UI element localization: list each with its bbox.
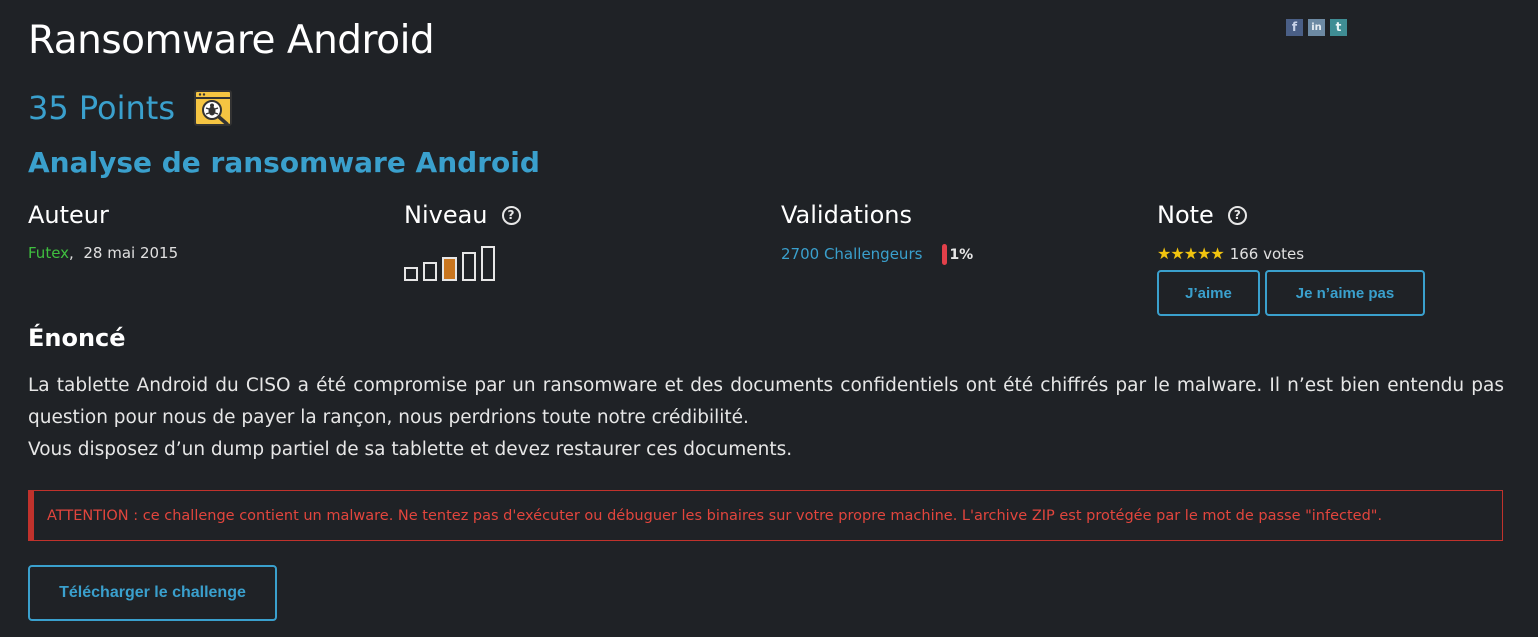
difficulty-bar-3 (442, 257, 457, 281)
level-heading-label: Niveau (404, 201, 488, 229)
points-value: 35 Points (28, 89, 176, 127)
rating-stars-icon: ★★★★★ (1157, 244, 1225, 263)
challenge-subtitle: Analyse de ransomware Android (28, 146, 540, 179)
author-link[interactable]: Futex (28, 244, 69, 262)
facebook-icon[interactable]: f (1286, 19, 1303, 36)
level-help-icon[interactable]: ? (501, 205, 521, 225)
validation-rate-bar (942, 244, 948, 265)
like-button[interactable]: J’aime (1157, 270, 1260, 316)
statement-paragraph-2: Vous disposez d’un dump partiel de sa ta… (28, 439, 793, 460)
malware-warning: ATTENTION : ce challenge contient un mal… (28, 490, 1503, 541)
difficulty-bar-1 (404, 267, 418, 281)
validation-percent: 1% (949, 247, 974, 263)
author-heading-label: Auteur (28, 201, 109, 229)
votes-count: 166 votes (1229, 245, 1305, 263)
page-title: Ransomware Android (28, 18, 435, 63)
difficulty-meter (404, 246, 495, 281)
author-separator: , (69, 244, 74, 262)
validations-heading-label: Validations (781, 201, 913, 229)
author-section: Auteur Futex, 28 mai 2015 (28, 201, 178, 262)
validations-heading: Validations (781, 201, 973, 229)
challenge-page: Ransomware Android f in t 35 Points Anal… (0, 0, 1538, 637)
author-meta: Futex, 28 mai 2015 (28, 244, 178, 262)
level-section: Niveau ? (404, 201, 521, 229)
share-bar: f in t (1286, 19, 1347, 36)
challengers-link[interactable]: 2700 Challengeurs (781, 245, 922, 263)
difficulty-bar-4 (462, 252, 476, 281)
download-challenge-button[interactable]: Télécharger le challenge (28, 565, 277, 621)
linkedin-icon[interactable]: in (1308, 19, 1325, 36)
note-help-icon[interactable]: ? (1227, 205, 1247, 225)
warning-text: ATTENTION : ce challenge contient un mal… (47, 507, 1383, 524)
difficulty-bar-2 (423, 262, 437, 281)
validations-section: Validations 2700 Challengeurs 1% (781, 201, 973, 265)
points-row: 35 Points (28, 88, 233, 128)
statement-paragraph-1: La tablette Android du CISO a été compro… (28, 375, 1504, 428)
bug-magnifier-icon[interactable] (193, 88, 233, 128)
dislike-button[interactable]: Je n’aime pas (1265, 270, 1425, 316)
statement-body: La tablette Android du CISO a été compro… (28, 370, 1504, 466)
author-date: 28 mai 2015 (83, 244, 179, 262)
statement-heading: Énoncé (28, 324, 126, 352)
difficulty-bar-5 (481, 246, 495, 281)
level-heading: Niveau ? (404, 201, 521, 229)
note-heading-label: Note (1157, 201, 1214, 229)
note-section: Note ? ★★★★★ 166 votes (1157, 201, 1304, 263)
author-heading: Auteur (28, 201, 178, 229)
validations-meta: 2700 Challengeurs 1% (781, 244, 973, 265)
twitter-icon[interactable]: t (1330, 19, 1347, 36)
note-meta: ★★★★★ 166 votes (1157, 244, 1304, 263)
note-heading: Note ? (1157, 201, 1304, 229)
